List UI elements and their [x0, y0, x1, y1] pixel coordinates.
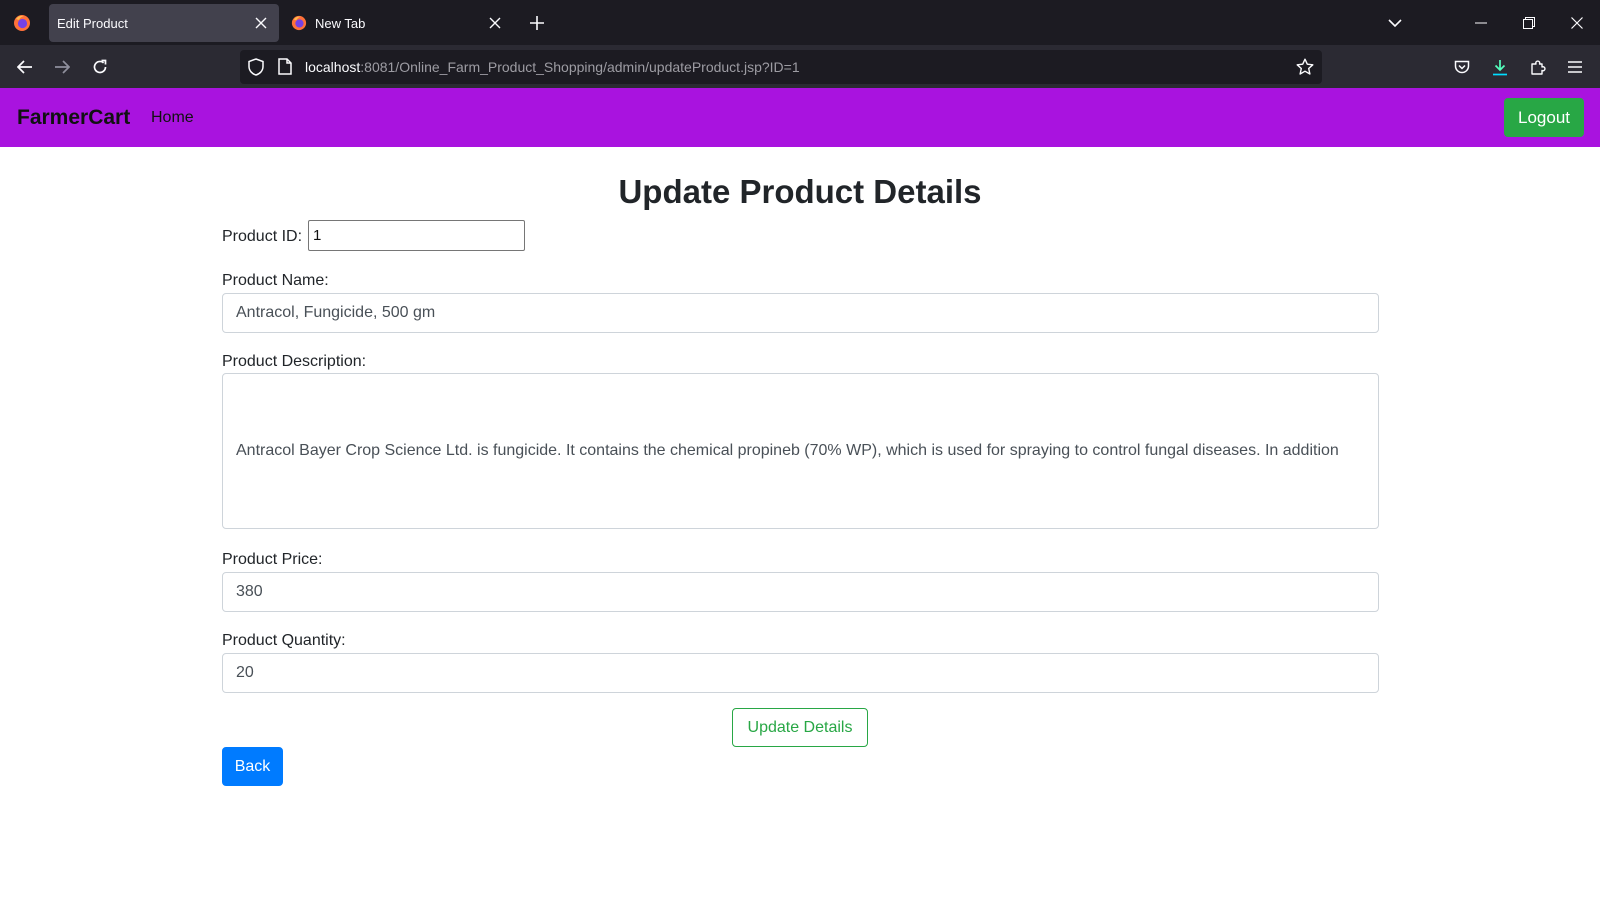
arrow-right-icon	[54, 60, 70, 74]
forward-nav-button[interactable]	[46, 51, 78, 83]
tab-close-icon[interactable]	[481, 9, 509, 37]
tab-title: Edit Product	[57, 15, 128, 31]
product-price-label: Product Price:	[222, 551, 323, 568]
restore-icon	[1523, 16, 1535, 29]
restore-button[interactable]	[1506, 0, 1552, 45]
back-nav-button[interactable]	[9, 51, 41, 83]
product-description-label: Product Description:	[222, 353, 367, 370]
site-navbar: FarmerCart Home Logout	[0, 88, 1600, 147]
close-window-button[interactable]	[1554, 0, 1600, 45]
download-icon	[1492, 59, 1508, 76]
browser-toolbar: localhost:8081/Online_Farm_Product_Shopp…	[0, 45, 1600, 88]
product-name-label: Product Name:	[222, 272, 329, 289]
hamburger-menu-icon	[1568, 61, 1582, 73]
bookmark-star-icon[interactable]	[1296, 58, 1314, 76]
firefox-favicon-icon	[291, 15, 307, 31]
product-price-input[interactable]	[222, 572, 1379, 612]
site-brand[interactable]: FarmerCart	[17, 88, 130, 147]
browser-tab-strip: Edit Product New Tab	[0, 0, 1600, 45]
tab-close-icon[interactable]	[247, 9, 275, 37]
nav-home-link[interactable]: Home	[151, 88, 194, 147]
pocket-button[interactable]	[1446, 51, 1478, 83]
url-path: :8081/Online_Farm_Product_Shopping/admin…	[360, 59, 800, 75]
tab-new-tab[interactable]: New Tab	[283, 4, 513, 42]
firefox-view-button[interactable]	[0, 0, 44, 45]
product-description-text: Antracol Bayer Crop Science Ltd. is fung…	[236, 442, 1339, 459]
url-host: localhost	[305, 59, 361, 75]
product-name-input[interactable]	[222, 293, 1379, 333]
page-title: Update Product Details	[618, 173, 982, 210]
new-tab-button[interactable]	[522, 8, 552, 38]
url-bar[interactable]: localhost:8081/Online_Farm_Product_Shopp…	[240, 50, 1322, 84]
plus-icon	[530, 16, 544, 30]
back-button[interactable]: Back	[222, 747, 283, 786]
minimize-button[interactable]	[1458, 0, 1504, 45]
shield-icon[interactable]	[248, 58, 264, 76]
reload-icon	[92, 59, 108, 75]
tab-title: New Tab	[315, 15, 366, 31]
product-quantity-label: Product Quantity:	[222, 632, 346, 649]
page-info-icon[interactable]	[278, 58, 292, 75]
product-description-textarea[interactable]: Antracol Bayer Crop Science Ltd. is fung…	[222, 373, 1379, 529]
reload-button[interactable]	[84, 51, 116, 83]
firefox-logo-icon	[13, 14, 31, 32]
product-quantity-input[interactable]	[222, 653, 1379, 693]
product-id-input[interactable]	[308, 220, 525, 251]
chevron-down-icon	[1388, 18, 1402, 28]
url-text[interactable]: localhost:8081/Online_Farm_Product_Shopp…	[305, 50, 800, 84]
app-menu-button[interactable]	[1559, 51, 1591, 83]
downloads-button[interactable]	[1484, 51, 1516, 83]
logout-button[interactable]: Logout	[1504, 98, 1584, 137]
list-all-tabs-button[interactable]	[1380, 8, 1410, 38]
close-icon	[1571, 16, 1583, 29]
tab-edit-product[interactable]: Edit Product	[49, 4, 279, 42]
arrow-left-icon	[17, 60, 33, 74]
pocket-icon	[1454, 60, 1470, 75]
update-details-button[interactable]: Update Details	[732, 708, 868, 747]
extensions-button[interactable]	[1522, 51, 1554, 83]
product-id-label: Product ID:	[222, 228, 303, 245]
puzzle-icon	[1530, 59, 1546, 75]
minimize-icon	[1475, 22, 1487, 24]
